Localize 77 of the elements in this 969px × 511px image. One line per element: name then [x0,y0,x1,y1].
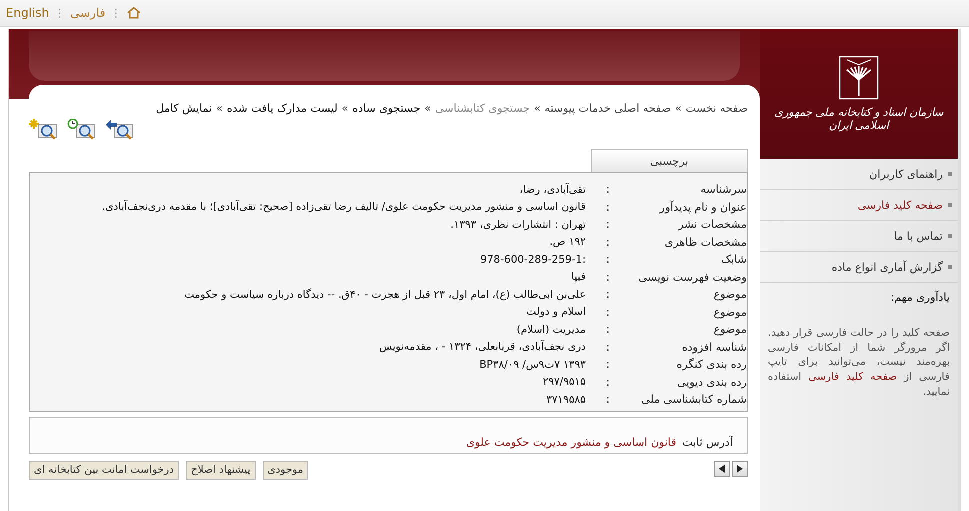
action-button[interactable]: پیشنهاد اصلاح [186,460,256,480]
field-value: تقی‌آبادی، رضا، [518,184,586,196]
field-colon: : [605,306,610,319]
sidebar-link[interactable]: صفحه کلید فارسی [760,190,958,221]
field-value: دری نجف‌آبادی، قربانعلی، ۱۳۲۴ - ، مقدمه‌نویس [378,341,586,354]
separator: ⋮ [54,6,66,20]
note-title: یادآوری مهم: [890,290,951,304]
book-tree-icon [839,56,879,100]
field-colon: : [605,358,610,372]
tab[interactable]: برچسبی [591,149,748,172]
field-label: مشخصات نشر [677,218,747,232]
bullet-icon [948,234,952,238]
field-label: رده بندی دیویی [676,376,747,389]
breadcrumb-link[interactable]: صفحه اصلی خدمات پیوسته [544,102,672,115]
previous-button[interactable] [714,460,730,476]
language-link[interactable]: English [6,6,50,20]
field-value: ۱۹۲ ص. [548,236,586,248]
field-label: سرشناسه [700,183,747,196]
right-triangle-icon [737,464,743,472]
field-colon: : [605,288,610,302]
field-value: ۱۳۹۳ ۷ت۹س/ BP۳۸/۰۹ [478,358,586,371]
field-label: مشخصات ظاهری [664,236,747,249]
field-label: موضوع [712,306,747,319]
sidebar-link[interactable]: راهنمای کاربران [760,159,958,190]
field-colon: : [605,393,610,406]
field-value: ۳۷۱۹۵۸۵ [546,394,586,406]
bullet-icon [948,265,952,269]
field-label: رده بندی کنگره [676,358,747,372]
sidebar-link[interactable]: گزارش آماری انواع ماده [760,252,958,283]
bullet-icon [948,172,952,176]
permalink-link[interactable]: قانون اساسی و منشور مدیریت حکومت علوی [466,436,677,448]
field-value: ۲۹۷/۹۵۱۵ [542,376,586,388]
field-colon: : [605,253,610,266]
field-label: عنوان و نام پدیدآور [658,200,747,214]
keyboard-link[interactable]: صفحه کلید فارسی [808,371,898,384]
action-button[interactable]: موجودی [262,460,308,480]
breadcrumb-separator: » [534,102,541,115]
field-label: موضوع [712,288,747,302]
field-value: مدیریت (اسلام) [516,324,586,336]
field-value: :978-600-289-259-1 [479,254,586,266]
breadcrumb-link[interactable]: جستجوی ساده [352,102,421,115]
breadcrumb-separator: » [342,102,349,115]
field-value: تهران : انتشارات نظری، ۱۳۹۳. [450,218,586,231]
field-value: قانون اساسی و منشور مدیریت حکومت علوی/ تالیف رضا تقی‌زاده [صحیح: تقی‌آبادی]؛ با مقدمه دری‌نجف‌آبادی. [101,201,586,214]
breadcrumb-link[interactable]: جستجوی کتابشناسی [435,102,530,115]
breadcrumb-link[interactable]: صفحه نخست [686,102,748,115]
breadcrumb-separator: » [216,102,223,115]
breadcrumb-link[interactable]: لیست مدارک یافت شده [226,102,338,115]
field-colon: : [605,323,610,336]
permalink-label: آدرس ثابت [682,436,733,448]
sidebar-link[interactable]: تماس با ما [760,221,958,252]
separator: ⋮ [110,6,122,20]
next-button[interactable] [732,460,748,476]
action-button[interactable]: درخواست امانت بین کتابخانه ای [29,460,180,480]
field-colon: : [605,270,610,284]
home-icon[interactable] [126,7,141,19]
field-label: شناسه افزوده [681,340,747,354]
field-colon: : [605,340,610,354]
field-value: اسلام و دولت [526,306,586,318]
field-value: فیپا [570,271,586,284]
field-colon: : [605,218,610,232]
note-text: صفحه کلید را در حالت فارسی قرار دهید. اگر مرورگر شما از امکانات فارسی بهره‌مند نیست، می‌توانید برای تایپ فارسی از صفحه کلید فارسی استفاده نمایید. [768,326,950,400]
field-colon: : [605,200,610,214]
field-colon: : [605,236,610,249]
bullet-icon [948,203,952,207]
left-triangle-icon [719,464,725,472]
field-label: وضعیت فهرست نویسی [638,270,747,284]
field-label: شماره کتابشناسی ملی [640,393,747,406]
field-value: علی‌بن ابی‌طالب (ع)، امام اول، ۲۳ قبل از هجرت - ۴۰ق. -- دیدگاه درباره سیاست و حکومت [184,288,586,301]
breadcrumb-separator: » [424,102,432,115]
field-colon: : [605,376,610,389]
field-label: موضوع [712,323,747,336]
logo-text: سازمان اسناد و کتابخانه ملی جمهوری اسلامی ایران [774,106,944,132]
field-colon: : [605,183,610,196]
field-label: شابک [720,253,747,266]
breadcrumb-separator: » [675,102,682,115]
breadcrumb-link[interactable]: نمایش کامل [156,102,212,115]
